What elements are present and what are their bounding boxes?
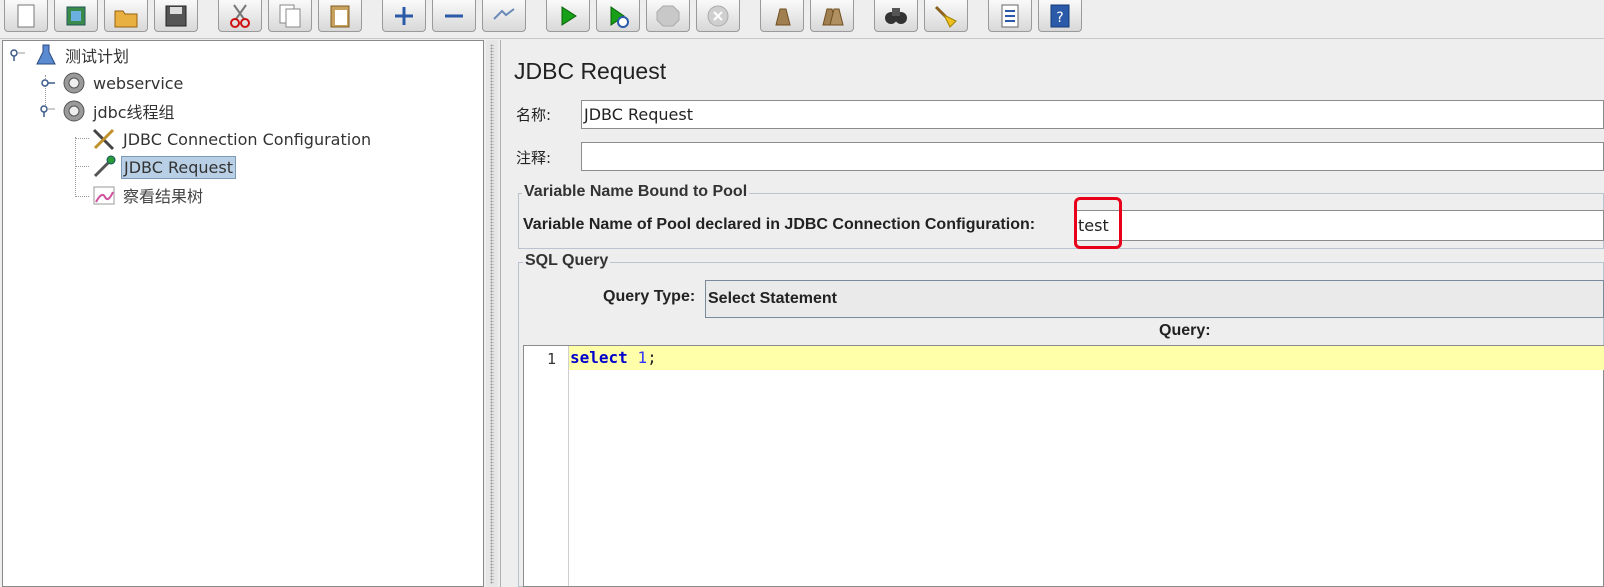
expand-button[interactable]	[382, 0, 426, 32]
open-button[interactable]	[104, 0, 148, 32]
tree-connector	[75, 196, 89, 197]
panel-title: JDBC Request	[514, 58, 667, 84]
query-label: Query:	[1159, 322, 1211, 339]
tree-item-label: JDBC Connection Configuration	[123, 129, 372, 149]
svg-text:?: ?	[1056, 10, 1063, 26]
name-label: 名称:	[516, 106, 552, 124]
listener-chart-icon	[91, 183, 117, 207]
tree-connector	[75, 138, 89, 139]
splitter-grip	[490, 44, 494, 584]
highlight-box	[1074, 197, 1122, 249]
stop-button[interactable]	[646, 0, 690, 32]
current-line-highlight	[569, 346, 1604, 370]
tree-connector	[75, 137, 76, 197]
open-icon	[114, 10, 138, 27]
query-type-label: Query Type:	[603, 288, 696, 305]
collapse-icon	[445, 14, 463, 17]
sql-query-editor[interactable]: 1 select 1;	[523, 345, 1604, 587]
shutdown-icon	[707, 5, 729, 26]
search-button[interactable]	[874, 0, 918, 32]
clear-button[interactable]	[760, 0, 804, 32]
templates-icon	[66, 6, 86, 25]
sql-query-group-title: SQL Query	[523, 252, 611, 270]
thread-group-icon	[61, 99, 87, 123]
pool-group-title: Variable Name Bound to Pool	[522, 183, 750, 201]
collapse-button[interactable]	[432, 0, 476, 32]
code-keyword: select	[570, 348, 628, 367]
search-icon	[885, 7, 907, 24]
tree-item-label: webservice	[93, 73, 184, 93]
new-button[interactable]	[4, 0, 48, 32]
test-plan-icon	[33, 43, 59, 67]
tree-item-label: 察看结果树	[123, 187, 204, 206]
thread-group-icon	[61, 71, 87, 95]
tree-item-view-results-tree[interactable]: 察看结果树	[91, 183, 205, 207]
pane-splitter[interactable]	[486, 40, 498, 587]
clear-all-button[interactable]	[810, 0, 854, 32]
test-plan-tree: 测试计划 webservice jdbc线程组 JDBC Connection …	[2, 40, 484, 587]
expand-icon	[395, 6, 413, 25]
code-semicolon: ;	[647, 348, 657, 367]
tree-item-jdbc-connection-config[interactable]: JDBC Connection Configuration	[91, 127, 373, 151]
start-button[interactable]	[546, 0, 590, 32]
tree-item-webservice[interactable]: webservice	[61, 71, 185, 95]
clear-all-icon	[822, 8, 844, 25]
tree-item-jdbc-request[interactable]: JDBC Request	[91, 155, 236, 179]
pool-label: Variable Name of Pool declared in JDBC C…	[523, 216, 1036, 233]
help-button[interactable]: ?	[1038, 0, 1082, 32]
tree-collapse-handle[interactable]	[39, 77, 55, 89]
tree-item-test-plan[interactable]: 测试计划	[33, 43, 131, 67]
comment-field[interactable]	[581, 142, 1604, 171]
line-number: 1	[546, 350, 556, 368]
tree-item-label: JDBC Request	[121, 155, 236, 179]
shutdown-button[interactable]	[696, 0, 740, 32]
clear-icon	[775, 8, 791, 25]
pool-variable-field[interactable]: test	[1075, 210, 1604, 241]
main-toolbar: ?	[0, 0, 1604, 39]
tree-connector	[75, 166, 89, 167]
function-helper-button[interactable]	[988, 0, 1032, 32]
comment-label: 注释:	[516, 149, 552, 167]
templates-button[interactable]	[54, 0, 98, 32]
start-icon	[561, 5, 577, 26]
code-line: select 1;	[570, 348, 657, 367]
help-icon: ?	[1050, 4, 1070, 27]
start-no-pauses-button[interactable]	[596, 0, 640, 32]
function-helper-icon	[1001, 4, 1019, 27]
copy-icon	[279, 4, 301, 27]
query-type-value: Select Statement	[708, 290, 837, 307]
tree-item-label: 测试计划	[65, 47, 130, 66]
config-tools-icon	[91, 127, 117, 151]
reset-search-button[interactable]	[924, 0, 968, 32]
reset-search-icon	[934, 5, 957, 28]
tree-expand-handle[interactable]	[39, 105, 55, 117]
save-icon	[165, 5, 187, 26]
sampler-pipette-icon	[91, 155, 117, 179]
copy-button[interactable]	[268, 0, 312, 32]
new-icon	[17, 4, 35, 27]
cut-icon	[230, 3, 250, 28]
tree-item-label: jdbc线程组	[93, 103, 175, 122]
save-button[interactable]	[154, 0, 198, 32]
start-no-pause-icon	[610, 5, 629, 28]
code-number: 1	[637, 348, 648, 367]
toggle-icon	[493, 7, 515, 20]
tree-item-jdbc-thread-group[interactable]: jdbc线程组	[61, 99, 177, 123]
query-type-select[interactable]: Select Statement	[705, 280, 1604, 318]
toggle-button[interactable]	[482, 0, 526, 32]
line-number-gutter: 1	[524, 346, 569, 586]
name-field[interactable]: JDBC Request	[581, 100, 1604, 129]
paste-icon	[330, 5, 350, 27]
tree-expand-handle[interactable]	[9, 49, 25, 61]
stop-icon	[656, 5, 680, 26]
paste-button[interactable]	[318, 0, 362, 32]
cut-button[interactable]	[218, 0, 262, 32]
